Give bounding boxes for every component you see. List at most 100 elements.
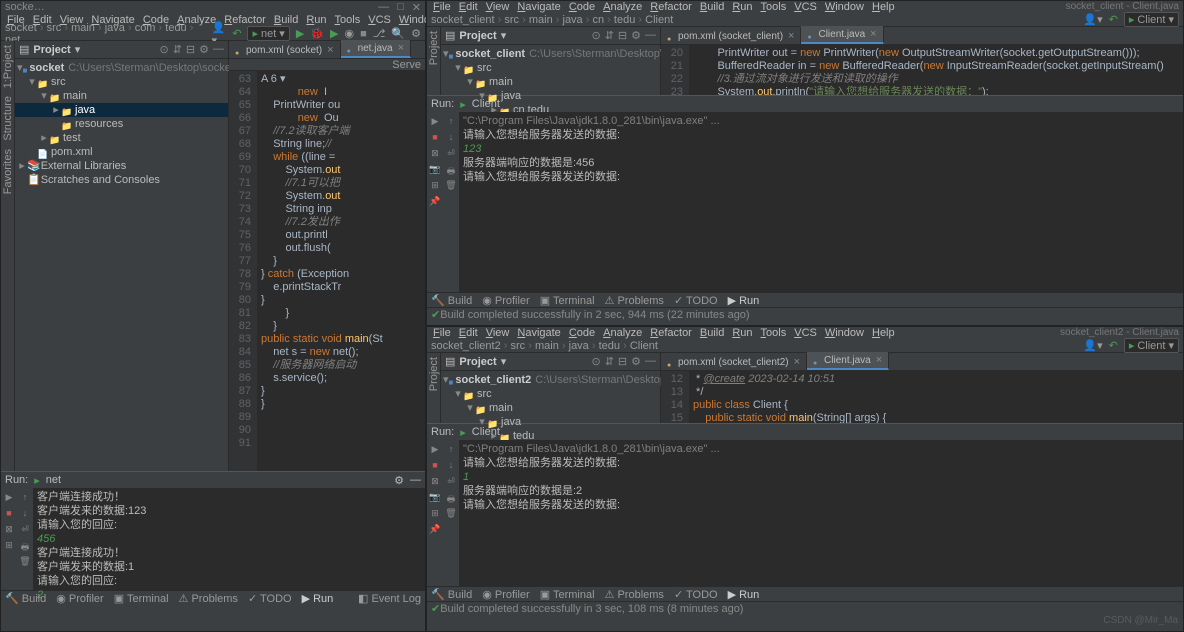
minimize-icon[interactable]: — [378,1,389,14]
serve-hint[interactable]: Serve [392,59,421,71]
back-icon[interactable]: ↶ [1109,13,1118,26]
menu-code[interactable]: Code [569,327,595,339]
menu-refactor[interactable]: Refactor [650,1,692,13]
up-icon[interactable]: ↑ [445,116,457,128]
trash-icon[interactable]: 🗑 [19,556,31,568]
user-icon[interactable]: 👤▾ [1083,13,1102,26]
code-text[interactable]: A 6 ▾ new I PrintWriter ou new Ou //7.2读… [257,71,425,471]
breadcrumb-segment[interactable]: src [504,14,519,26]
breadcrumb-segment[interactable]: socket [5,22,37,34]
layout-icon[interactable]: ⊞ [429,180,441,192]
camera-icon[interactable]: 📷 [429,164,441,176]
code-editor[interactable]: 20212223 PrintWriter out = new PrintWrit… [661,45,1183,95]
back-icon[interactable]: ↶ [232,27,241,40]
console[interactable]: 客户端连接成功！客户端发来的数据:123请输入您的回应:456客户端连接成功！客… [33,488,425,590]
trash-icon[interactable]: 🗑 [445,508,457,520]
tree-node-src[interactable]: ▾src [441,61,660,75]
bottom-tab-problems[interactable]: ⚠ Problems [605,588,664,601]
exit-icon[interactable]: ⊠ [429,148,441,160]
tree-node-src[interactable]: ▾src [15,75,228,89]
close-tab-icon[interactable]: × [870,28,876,40]
pin-icon[interactable]: 📌 [429,524,441,536]
menu-tools[interactable]: Tools [761,1,787,13]
editor-tab[interactable]: Client.java× [801,26,883,44]
bottom-tab-terminal[interactable]: ▣ Terminal [540,294,595,307]
tree-node-main[interactable]: ▾main [15,89,228,103]
print-icon[interactable]: 🖶 [445,164,457,176]
menu-window[interactable]: Window [825,1,864,13]
bottom-tab-build[interactable]: 🔨 Build [431,588,472,601]
rerun-icon[interactable]: ▶ [429,116,441,128]
tree-node-java[interactable]: ▸java [15,103,228,117]
breadcrumb-segment[interactable]: src [511,340,526,352]
project-tool-button[interactable]: 1:Project [2,45,14,88]
collapse-icon[interactable]: ⊟ [186,43,195,56]
exit-icon[interactable]: ⊠ [429,476,441,488]
up-icon[interactable]: ↑ [445,444,457,456]
bottom-tab-terminal[interactable]: ▣ Terminal [540,588,595,601]
breadcrumb-segment[interactable]: socket_client [431,14,495,26]
code-editor[interactable]: 6364656667686970717273747576777879808182… [229,71,425,471]
layout-icon[interactable]: ⊞ [429,508,441,520]
bottom-tab-build[interactable]: 🔨 Build [431,294,472,307]
menu-edit[interactable]: Edit [459,1,478,13]
console[interactable]: "C:\Program Files\Java\jdk1.8.0_281\bin\… [459,440,1183,586]
external-libraries[interactable]: ▸📚 External Libraries [15,159,228,173]
close-icon[interactable]: ✕ [412,1,421,14]
maximize-icon[interactable]: □ [397,1,404,14]
editor-tab[interactable]: pom.xml (socket_client2)× [661,354,807,370]
bottom-tab-profiler[interactable]: ◉ Profiler [482,588,530,601]
settings-icon[interactable]: ⚙ [631,355,641,368]
tree-node-pom.xml[interactable]: pom.xml [15,145,228,159]
menu-vcs[interactable]: VCS [794,327,817,339]
breadcrumb-segment[interactable]: Client [630,340,658,352]
tree-node-src[interactable]: ▾src [441,387,660,401]
menu-view[interactable]: View [486,327,510,339]
close-tab-icon[interactable]: × [876,354,882,366]
bottom-tab-profiler[interactable]: ◉ Profiler [482,294,530,307]
breadcrumb-segment[interactable]: com [135,22,156,34]
wrap-icon[interactable]: ⏎ [445,476,457,488]
profile-icon[interactable]: ◉ [344,27,354,40]
editor-tab[interactable]: pom.xml (socket_client)× [661,28,801,44]
stop-icon[interactable]: ■ [429,132,441,144]
menu-edit[interactable]: Edit [459,327,478,339]
hide-icon[interactable]: — [410,474,421,486]
menu-analyze[interactable]: Analyze [603,327,642,339]
trash-icon[interactable]: 🗑 [445,180,457,192]
editor-tab[interactable]: pom.xml (socket)× [229,42,341,58]
breadcrumb-segment[interactable]: java [105,22,125,34]
exit-icon[interactable]: ⊠ [3,524,15,536]
tree-root[interactable]: ▾socketC:\Users\Sterman\Desktop\socket [15,61,228,75]
code-text[interactable]: PrintWriter out = new PrintWriter(new Ou… [689,45,1183,95]
menu-run[interactable]: Run [732,1,752,13]
close-tab-icon[interactable]: × [788,30,794,42]
bottom-tab-todo[interactable]: ✓ TODO [674,588,718,601]
collapse-icon[interactable]: ⊟ [618,29,627,42]
debug-icon[interactable]: 🐞 [310,27,324,40]
run-config[interactable]: Client [472,426,500,438]
close-tab-icon[interactable]: × [794,356,800,368]
wrap-icon[interactable]: ⏎ [19,524,31,536]
stop-icon[interactable]: ■ [360,28,367,40]
menu-navigate[interactable]: Navigate [517,327,560,339]
code-editor[interactable]: 12131415 * @create 2023-02-14 10:51 */pu… [661,371,1183,423]
expand-icon[interactable]: ⇵ [605,29,614,42]
project-tool-button[interactable]: Project [428,31,440,65]
event-log-button[interactable]: ◧ Event Log [358,592,421,605]
print-icon[interactable]: 🖶 [19,540,31,552]
layout-icon[interactable]: ⊞ [3,540,15,552]
menu-help[interactable]: Help [872,327,895,339]
camera-icon[interactable]: 📷 [429,492,441,504]
stop-icon[interactable]: ■ [429,460,441,472]
menu-vcs[interactable]: VCS [794,1,817,13]
tree-root[interactable]: ▾socket_client2C:\Users\Sterman\Desktop\… [441,373,660,387]
menu-navigate[interactable]: Navigate [517,1,560,13]
menu-code[interactable]: Code [569,1,595,13]
bottom-tab-problems[interactable]: ⚠ Problems [605,294,664,307]
settings-icon[interactable]: ⚙ [411,27,421,40]
structure-tool-button[interactable]: Structure [2,96,14,141]
run-config[interactable]: Client [472,98,500,110]
bottom-tab-todo[interactable]: ✓ TODO [674,294,718,307]
project-tool-button[interactable]: Project [428,357,440,391]
